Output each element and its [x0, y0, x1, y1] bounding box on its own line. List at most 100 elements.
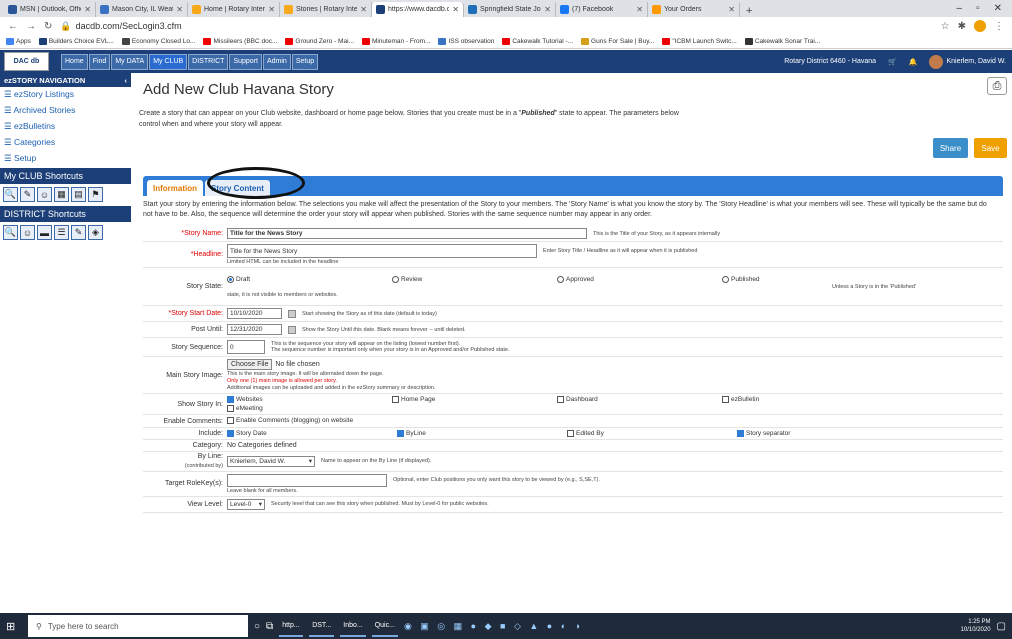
- state-draft[interactable]: Draft: [227, 275, 392, 290]
- browser-tab[interactable]: Springfield State Jour ✕: [464, 2, 556, 17]
- nav-find[interactable]: Find: [88, 53, 111, 70]
- show-websites[interactable]: Websites: [227, 396, 392, 403]
- bookmark[interactable]: Cakewalk Sonar Trai...: [744, 38, 820, 45]
- taskbar-app-quicken[interactable]: Quic...: [371, 615, 398, 637]
- show-ezbulletin[interactable]: ezBulletin: [722, 396, 759, 403]
- bookmark[interactable]: Builders Choice EVL...: [38, 38, 114, 45]
- map-icon[interactable]: ◈: [88, 225, 103, 240]
- profile-icon[interactable]: [974, 20, 986, 32]
- browser-tab[interactable]: Mason City, IL Weathe✕: [96, 2, 188, 17]
- windows-start-icon[interactable]: ⊞: [6, 620, 22, 633]
- browser-tab[interactable]: Home | Rotary Interna✕: [188, 2, 280, 17]
- browser-tab[interactable]: Your Orders ✕: [648, 2, 740, 17]
- close-icon[interactable]: ✕: [176, 5, 183, 14]
- new-tab-icon[interactable]: +: [740, 5, 758, 17]
- nav-my-club[interactable]: My CLUB: [149, 53, 188, 70]
- include-story-date[interactable]: Story Date: [227, 429, 391, 437]
- view-level-select[interactable]: Level-0 ▾: [227, 498, 265, 510]
- avatar[interactable]: [929, 54, 944, 69]
- people-icon[interactable]: ☺: [20, 225, 35, 240]
- user-name[interactable]: Knierlem, David W.: [946, 58, 1006, 65]
- close-icon[interactable]: ✕: [544, 5, 551, 14]
- bookmark[interactable]: Minuteman - From...: [361, 38, 430, 45]
- calendar-icon[interactable]: [288, 325, 296, 334]
- nav-support[interactable]: Support: [229, 53, 262, 70]
- sequence-input[interactable]: 0: [227, 340, 265, 354]
- share-button[interactable]: Share: [933, 138, 968, 158]
- cortana-icon[interactable]: ○: [254, 621, 260, 632]
- list-icon[interactable]: ☰: [54, 225, 69, 240]
- folder-icon[interactable]: ▬: [37, 225, 52, 240]
- close-icon[interactable]: ✕: [268, 5, 275, 14]
- close-icon[interactable]: ✕: [84, 5, 91, 14]
- chart-icon[interactable]: ▤: [71, 187, 86, 202]
- sidebar-item-listings[interactable]: ☰ ezStory Listings: [0, 87, 131, 103]
- browser-tab-active[interactable]: https://www.dacdb.co ✕: [372, 2, 464, 17]
- nav-setup[interactable]: Setup: [291, 53, 319, 70]
- headline-input[interactable]: Title for the News Story: [227, 244, 537, 258]
- show-emeeting[interactable]: eMeeting: [227, 405, 263, 412]
- runner-icon[interactable]: ⚑: [88, 187, 103, 202]
- close-icon[interactable]: ✕: [728, 5, 735, 14]
- state-approved[interactable]: Approved: [557, 275, 722, 290]
- taskbar-search[interactable]: ⚲ Type here to search: [28, 615, 248, 637]
- notes-icon[interactable]: ✎: [20, 187, 35, 202]
- maximize-icon[interactable]: ▫: [976, 3, 980, 14]
- menu-icon[interactable]: ⋮: [994, 21, 1004, 32]
- browser-tab[interactable]: MSN | Outlook, Office ✕: [4, 2, 96, 17]
- star-icon[interactable]: ☆: [941, 21, 950, 32]
- save-button[interactable]: Save: [974, 138, 1007, 158]
- url-field[interactable]: 🔒 dacdb.com/SecLogin3.cfm: [60, 21, 932, 32]
- close-icon[interactable]: ✕: [636, 5, 643, 14]
- state-published[interactable]: Published: [722, 275, 832, 290]
- browser-tab[interactable]: Stories | Rotary Intern ✕: [280, 2, 372, 17]
- nav-district[interactable]: DISTRICT: [188, 53, 229, 70]
- show-dashboard[interactable]: Dashboard: [557, 396, 722, 403]
- story-name-input[interactable]: Title for the News Story: [227, 228, 587, 239]
- collapse-icon[interactable]: ‹: [125, 76, 128, 85]
- taskbar-app-outlook[interactable]: Inbo...: [340, 615, 366, 637]
- tab-information[interactable]: Information: [147, 180, 203, 196]
- task-view-icon[interactable]: ⧉: [266, 621, 273, 632]
- taskbar-app-dst[interactable]: DST...: [309, 615, 335, 637]
- bookmark[interactable]: ISS observation: [438, 38, 494, 45]
- bookmark[interactable]: Cakewalk Tutorial -...: [502, 38, 573, 45]
- bookmark-apps[interactable]: Apps: [6, 38, 31, 45]
- people-icon[interactable]: ☺: [37, 187, 52, 202]
- browser-tab[interactable]: (7) Facebook ✕: [556, 2, 648, 17]
- start-date-input[interactable]: 10/10/2020: [227, 308, 282, 319]
- show-home-page[interactable]: Home Page: [392, 396, 557, 403]
- nav-my-data[interactable]: My DATA: [111, 53, 149, 70]
- notes-icon[interactable]: ✎: [71, 225, 86, 240]
- district-name[interactable]: Rotary District 6460 - Havana: [784, 58, 876, 65]
- sidebar-item-setup[interactable]: ☰ Setup: [0, 151, 131, 167]
- notifications-icon[interactable]: ▢: [997, 621, 1006, 632]
- minimize-icon[interactable]: –: [957, 3, 963, 14]
- include-edited-by[interactable]: Edited By: [567, 429, 731, 437]
- system-clock[interactable]: 1:25 PM 10/10/2020: [961, 618, 991, 634]
- taskbar-app-chrome[interactable]: http...: [279, 615, 304, 637]
- close-icon[interactable]: ✕: [452, 5, 459, 14]
- taskbar-pinned-icons[interactable]: ◉ ▣ ◎ ▦ ● ◆ ■ ◇ ▲ ● ◐ ◑: [404, 621, 583, 632]
- choose-file-button[interactable]: Choose File: [227, 359, 273, 370]
- state-review[interactable]: Review: [392, 275, 557, 290]
- post-until-input[interactable]: 12/31/2020: [227, 324, 282, 335]
- bookmark[interactable]: Guns For Sale | Buy...: [581, 38, 654, 45]
- sidebar-item-archived[interactable]: ☰ Archived Stories: [0, 103, 131, 119]
- close-icon[interactable]: ✕: [360, 5, 367, 14]
- byline-select[interactable]: Knierlem, David W. ▾: [227, 455, 315, 467]
- sidebar-item-ezbulletins[interactable]: ☰ ezBulletins: [0, 119, 131, 135]
- include-story-separator[interactable]: Story separator: [737, 429, 790, 437]
- close-window-icon[interactable]: ✕: [994, 3, 1002, 14]
- nav-admin[interactable]: Admin: [262, 53, 291, 70]
- extensions-icon[interactable]: ✱: [958, 21, 966, 32]
- calendar-icon[interactable]: [288, 309, 296, 318]
- target-rolekey-input[interactable]: [227, 473, 387, 487]
- bookmark[interactable]: Economy Closed Lo...: [121, 38, 195, 45]
- calendar-icon[interactable]: ▦: [54, 187, 69, 202]
- back-icon[interactable]: ←: [8, 21, 18, 32]
- enable-comments[interactable]: Enable Comments (blogging) on website: [227, 417, 353, 425]
- bookmark[interactable]: Ground Zero - Mai...: [285, 38, 354, 45]
- search-icon[interactable]: 🔍: [3, 187, 18, 202]
- bell-icon[interactable]: 🔔: [909, 58, 918, 66]
